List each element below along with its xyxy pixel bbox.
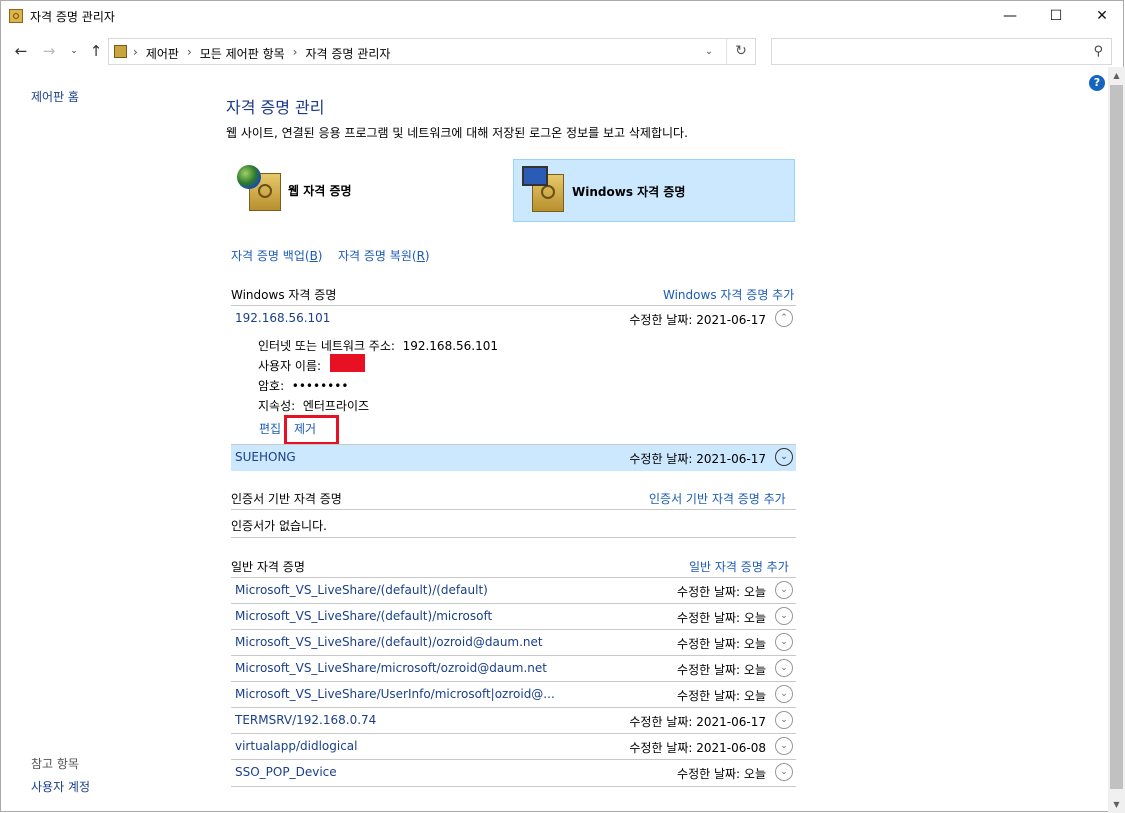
sidebar-see-also-heading: 참고 항목 [31, 757, 79, 771]
scroll-down-icon[interactable]: ▼ [1108, 796, 1125, 813]
monitor-icon [522, 166, 548, 186]
expand-chevron-down-icon[interactable]: ⌄ [775, 711, 793, 729]
credential-manager-icon [9, 9, 23, 23]
close-button[interactable]: ✕ [1079, 1, 1125, 32]
divider [231, 537, 796, 538]
cert-section-title: 인증서 기반 자격 증명 [231, 492, 342, 506]
expand-chevron-down-icon[interactable]: ⌄ [775, 763, 793, 781]
highlight-box [284, 415, 339, 445]
breadcrumb: › 제어판 › 모든 제어판 항목 › 자격 증명 관리자 [133, 45, 391, 62]
address-bar[interactable]: › 제어판 › 모든 제어판 항목 › 자격 증명 관리자 ⌄ ↻ [108, 38, 756, 65]
breadcrumb-control-panel[interactable]: 제어판 [146, 45, 179, 62]
web-credentials-label: 웹 자격 증명 [288, 184, 352, 198]
expand-chevron-down-icon[interactable]: ⌄ [775, 448, 793, 466]
credential-name: 192.168.56.101 [235, 311, 331, 325]
window-title: 자격 증명 관리자 [30, 10, 115, 24]
expand-chevron-down-icon[interactable]: ⌄ [775, 633, 793, 651]
collapse-chevron-up-icon[interactable]: ⌃ [775, 309, 793, 327]
credential-date: 수정한 날짜: 오늘 [677, 611, 766, 625]
page-title: 자격 증명 관리 [226, 98, 325, 117]
vertical-scrollbar[interactable]: ▲ ▼ [1108, 67, 1125, 813]
add-cert-credential-link[interactable]: 인증서 기반 자격 증명 추가 [649, 490, 786, 507]
credential-date: 수정한 날짜: 2021-06-17 [629, 452, 766, 466]
credential-name: Microsoft_VS_LiveShare/(default)/ozroid@… [235, 635, 543, 649]
credential-date: 수정한 날짜: 오늘 [677, 689, 766, 703]
expand-chevron-down-icon[interactable]: ⌄ [775, 659, 793, 677]
web-credentials-tab[interactable]: 웹 자격 증명 [231, 159, 513, 222]
search-icon[interactable]: ⚲ [1093, 44, 1103, 59]
divider [231, 509, 796, 510]
generic-credential-row[interactable]: Microsoft_VS_LiveShare/UserInfo/microsof… [231, 682, 796, 708]
generic-credential-row[interactable]: virtualapp/didlogical 수정한 날짜: 2021-06-08… [231, 734, 796, 760]
divider [231, 786, 796, 787]
credential-date: 수정한 날짜: 2021-06-08 [629, 741, 766, 755]
sidebar-user-accounts-link[interactable]: 사용자 계정 [31, 778, 90, 795]
credential-date: 수정한 날짜: 오늘 [677, 767, 766, 781]
expand-chevron-down-icon[interactable]: ⌄ [775, 607, 793, 625]
generic-credential-row[interactable]: Microsoft_VS_LiveShare/microsoft/ozroid@… [231, 656, 796, 682]
add-generic-credential-link[interactable]: 일반 자격 증명 추가 [689, 558, 789, 575]
redacted-username [330, 354, 365, 372]
refresh-icon[interactable]: ↻ [726, 39, 755, 64]
expand-chevron-down-icon[interactable]: ⌄ [775, 737, 793, 755]
forward-button[interactable]: → [39, 41, 59, 61]
restore-credentials-link[interactable]: 자격 증명 복원(R) [338, 247, 430, 264]
breadcrumb-credential-manager[interactable]: 자격 증명 관리자 [305, 45, 390, 62]
credential-date: 수정한 날짜: 2021-06-17 [629, 715, 766, 729]
credential-date: 수정한 날짜: 2021-06-17 [629, 313, 766, 327]
backup-credentials-link[interactable]: 자격 증명 백업(B) [231, 247, 322, 264]
credential-name: TERMSRV/192.168.0.74 [235, 713, 377, 727]
credential-name: SUEHONG [235, 450, 296, 464]
detail-username-label: 사용자 이름: [258, 359, 322, 373]
detail-persistence: 지속성: 엔터프라이즈 [258, 399, 370, 413]
credential-name: Microsoft_VS_LiveShare/(default)/(defaul… [235, 583, 488, 597]
generic-credential-row[interactable]: SSO_POP_Device 수정한 날짜: 오늘 ⌄ [231, 760, 796, 786]
minimize-button[interactable]: — [987, 1, 1033, 32]
expand-chevron-down-icon[interactable]: ⌄ [775, 685, 793, 703]
credential-name: Microsoft_VS_LiveShare/microsoft/ozroid@… [235, 661, 547, 675]
generic-credential-row[interactable]: Microsoft_VS_LiveShare/(default)/(defaul… [231, 578, 796, 604]
credential-manager-window: 자격 증명 관리자 — ☐ ✕ ← → ⌄ ↑ › 제어판 › 모든 제어판 항… [0, 0, 1125, 813]
page-description: 웹 사이트, 연결된 응용 프로그램 및 네트워크에 대해 저장된 로그온 정보… [226, 126, 688, 140]
credential-name: Microsoft_VS_LiveShare/(default)/microso… [235, 609, 493, 623]
windows-credentials-tab[interactable]: Windows 자격 증명 [513, 159, 795, 222]
credential-date: 수정한 날짜: 오늘 [677, 585, 766, 599]
generic-section-title: 일반 자격 증명 [231, 560, 305, 574]
scrollbar-thumb[interactable] [1110, 85, 1123, 789]
credential-row-selected[interactable]: SUEHONG 수정한 날짜: 2021-06-17 ⌄ [231, 445, 796, 471]
credential-date: 수정한 날짜: 오늘 [677, 637, 766, 651]
credential-name: virtualapp/didlogical [235, 739, 358, 753]
detail-password: 암호: •••••••• [258, 379, 349, 393]
title-bar: 자격 증명 관리자 — ☐ ✕ [1, 1, 1123, 32]
search-input[interactable]: ⚲ [771, 38, 1112, 65]
generic-credential-row[interactable]: TERMSRV/192.168.0.74 수정한 날짜: 2021-06-17 … [231, 708, 796, 734]
maximize-button[interactable]: ☐ [1033, 1, 1079, 32]
recent-locations-chevron-down-icon[interactable]: ⌄ [64, 41, 84, 61]
credential-row-expanded[interactable]: 192.168.56.101 수정한 날짜: 2021-06-17 ⌃ [231, 306, 796, 332]
credential-date: 수정한 날짜: 오늘 [677, 663, 766, 677]
scroll-up-icon[interactable]: ▲ [1108, 67, 1125, 84]
breadcrumb-all-items[interactable]: 모든 제어판 항목 [200, 45, 285, 62]
generic-credential-row[interactable]: Microsoft_VS_LiveShare/(default)/ozroid@… [231, 630, 796, 656]
control-panel-icon [114, 45, 127, 58]
expand-chevron-down-icon[interactable]: ⌄ [775, 581, 793, 599]
detail-address: 인터넷 또는 네트워크 주소: 192.168.56.101 [258, 339, 499, 353]
edit-credential-link[interactable]: 편집 [259, 420, 281, 437]
generic-credential-row[interactable]: Microsoft_VS_LiveShare/(default)/microso… [231, 604, 796, 630]
windows-credentials-label: Windows 자격 증명 [572, 185, 686, 199]
no-certificates-text: 인증서가 없습니다. [231, 519, 327, 533]
sidebar-control-panel-home[interactable]: 제어판 홈 [31, 88, 79, 105]
address-dropdown-chevron-down-icon[interactable]: ⌄ [699, 43, 719, 61]
credential-name: Microsoft_VS_LiveShare/UserInfo/microsof… [235, 687, 555, 701]
globe-icon [237, 165, 261, 189]
add-windows-credential-link[interactable]: Windows 자격 증명 추가 [663, 286, 794, 303]
up-button[interactable]: ↑ [86, 41, 106, 61]
windows-section-title: Windows 자격 증명 [231, 288, 337, 302]
help-icon[interactable]: ? [1089, 75, 1105, 91]
back-button[interactable]: ← [11, 41, 31, 61]
credential-name: SSO_POP_Device [235, 765, 337, 779]
